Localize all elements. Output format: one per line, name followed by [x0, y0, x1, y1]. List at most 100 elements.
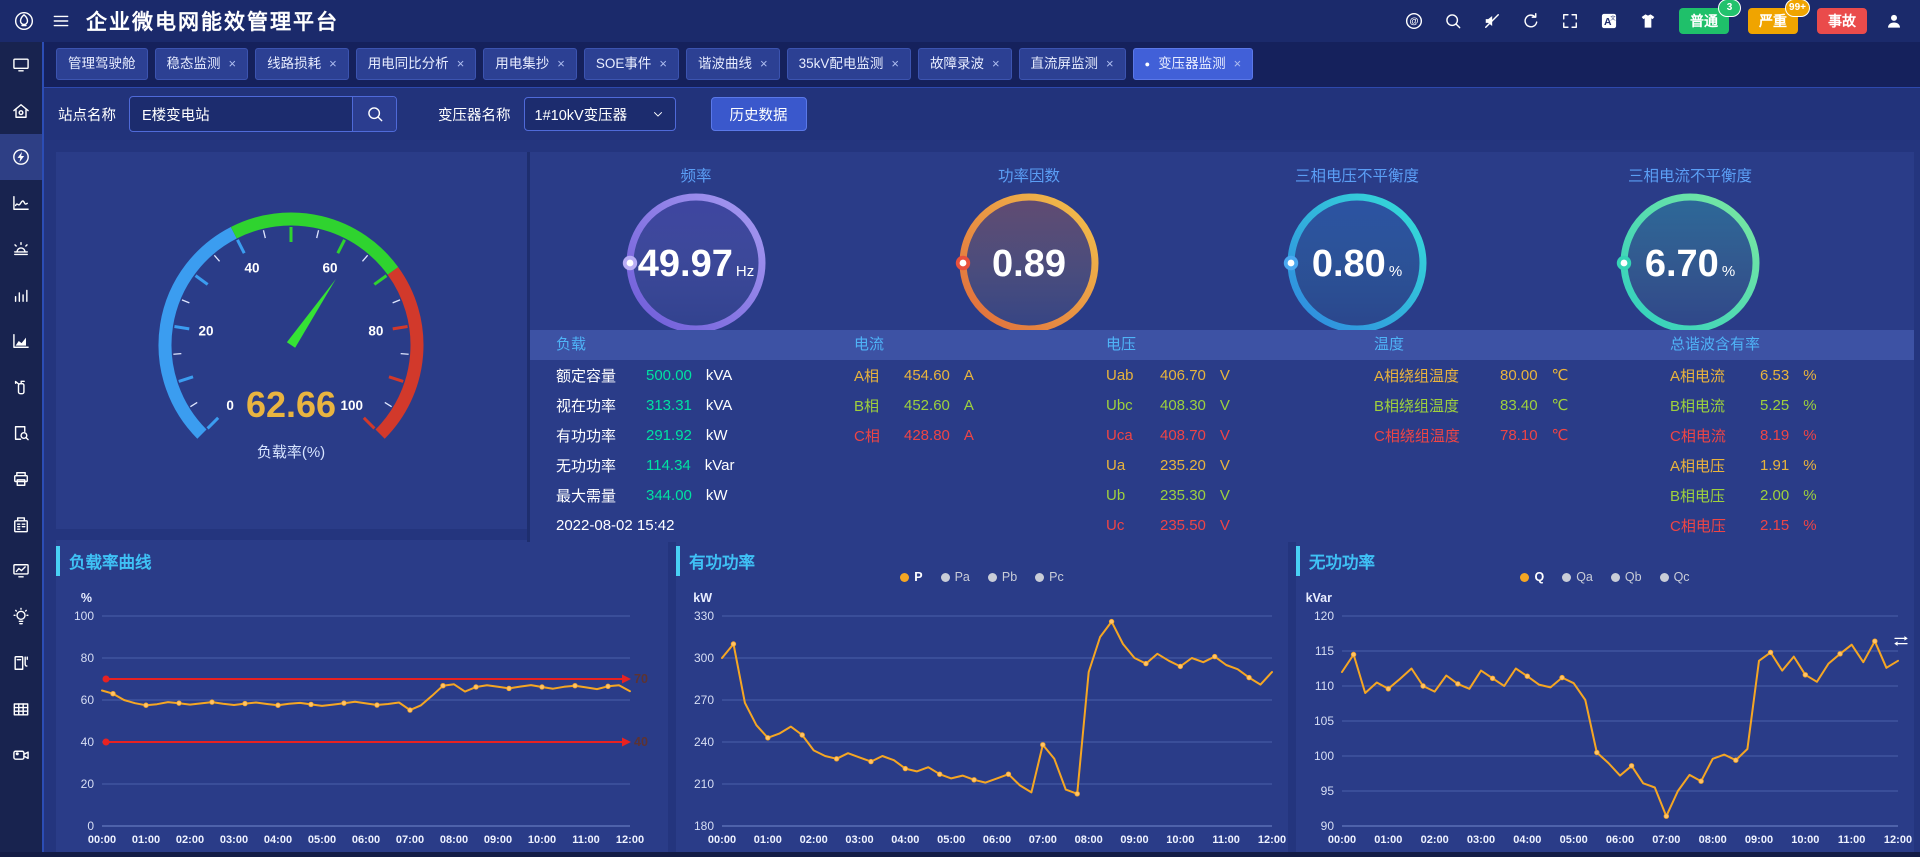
sidebar-item-grid[interactable] — [0, 686, 42, 732]
table-column-4: A相电流6.53%B相电流5.25%C相电流8.19%A相电压1.91%B相电压… — [1644, 360, 1914, 540]
tab-close-icon[interactable]: × — [992, 49, 1000, 79]
active-power-chart-panel: 有功功率PPaPbPc180210240270300330kW00:0001:0… — [676, 540, 1288, 852]
legend-item-P[interactable]: P — [900, 570, 922, 584]
refresh-icon[interactable] — [1519, 9, 1543, 33]
tab-close-icon[interactable]: × — [1234, 49, 1242, 79]
tab-故障录波[interactable]: 故障录波× — [918, 48, 1012, 80]
load-rate-gauge-panel: 02040608010062.66负载率(%) — [56, 152, 527, 529]
alarm-button-0[interactable]: 普通3 — [1679, 8, 1729, 34]
table-header: 负载 — [530, 330, 828, 360]
sidebar-item-monitor-trend[interactable] — [0, 548, 42, 594]
svg-text:03:00: 03:00 — [220, 834, 248, 846]
sound-off-icon[interactable] — [1480, 9, 1504, 33]
load-rate-chart-panel: 负载率曲线020406080100%00:0001:0002:0003:0004… — [56, 540, 668, 852]
tab-谐波曲线[interactable]: 谐波曲线 × — [686, 48, 780, 80]
tab-close-icon[interactable]: × — [891, 49, 899, 79]
tab-close-icon[interactable]: × — [329, 49, 337, 79]
tab-close-icon[interactable]: × — [557, 49, 565, 79]
legend-label: Pc — [1049, 570, 1064, 584]
table-row: Ub235.30V — [1080, 480, 1348, 510]
cell-unit: kVA — [706, 367, 736, 384]
search-icon[interactable] — [1441, 9, 1465, 33]
legend-item-Qa[interactable]: Qa — [1562, 570, 1593, 584]
legend-item-Q[interactable]: Q — [1520, 570, 1544, 584]
sidebar-item-area-chart[interactable] — [0, 318, 42, 364]
transformer-select[interactable]: 1#10kV变压器 — [524, 97, 676, 131]
table-row: 无功功率114.34kVar — [530, 450, 828, 480]
reactive-power-chart: 9095100105110115120kVar00:0001:0002:0003… — [1296, 540, 1914, 852]
sidebar-item-extinguisher[interactable] — [0, 364, 42, 410]
sidebar-item-bar-chart[interactable] — [0, 272, 42, 318]
tab-close-icon[interactable]: × — [659, 49, 667, 79]
menu-icon[interactable] — [48, 8, 74, 34]
tab-线路损耗[interactable]: 线路损耗× — [255, 48, 349, 80]
svg-text:05:00: 05:00 — [937, 834, 965, 846]
cell-label: Ubc — [1106, 397, 1146, 414]
svg-text:01:00: 01:00 — [1374, 834, 1402, 846]
tab-35kV配电监测[interactable]: 35kV配电监测× — [787, 48, 911, 80]
tab-label: 谐波曲线 — [698, 49, 752, 79]
theme-icon[interactable] — [1636, 9, 1660, 33]
legend-item-Qb[interactable]: Qb — [1611, 570, 1642, 584]
svg-text:05:00: 05:00 — [1560, 834, 1588, 846]
sidebar-item-printer[interactable] — [0, 456, 42, 502]
sidebar-item-alarm[interactable] — [0, 226, 42, 272]
tab-稳态监测[interactable]: 稳态监测× — [155, 48, 249, 80]
load-rate-chart: 020406080100%00:0001:0002:0003:0004:0005… — [56, 540, 668, 852]
at-icon[interactable]: @ — [1402, 9, 1426, 33]
sidebar-item-fax[interactable] — [0, 502, 42, 548]
extinguisher-icon — [9, 375, 33, 399]
cell-label: 有功功率 — [556, 425, 632, 446]
datazoom-icon[interactable] — [1892, 632, 1912, 652]
legend-item-Pc[interactable]: Pc — [1035, 570, 1064, 584]
sidebar-item-ev-charger[interactable] — [0, 640, 42, 686]
table-row: B相452.60A — [828, 390, 1080, 420]
tab-管理驾驶舱[interactable]: 管理驾驶舱 — [56, 48, 148, 80]
tab-close-icon[interactable]: × — [229, 49, 237, 79]
svg-text:62.66: 62.66 — [246, 384, 336, 425]
svg-text:07:00: 07:00 — [396, 834, 424, 846]
cell-value: 500.00 — [646, 367, 692, 384]
sidebar-item-home[interactable] — [0, 88, 42, 134]
tab-close-icon[interactable]: × — [760, 49, 768, 79]
sidebar-item-screen[interactable] — [0, 42, 42, 88]
cell-unit: kW — [706, 487, 736, 504]
svg-text:12:00: 12:00 — [1884, 834, 1912, 846]
alarm-button-2[interactable]: 事故 — [1817, 8, 1867, 34]
sidebar-item-bulb[interactable] — [0, 594, 42, 640]
tab-用电集抄[interactable]: 用电集抄× — [483, 48, 577, 80]
search-button[interactable] — [352, 97, 396, 131]
alarm-button-1[interactable]: 严重99+ — [1748, 8, 1798, 34]
legend-dot — [1660, 573, 1669, 582]
load-rate-gauge: 02040608010062.66负载率(%) — [126, 180, 456, 510]
legend-item-Qc[interactable]: Qc — [1660, 570, 1690, 584]
table-header: 总谐波含有率 — [1644, 330, 1914, 360]
sidebar-item-inspection[interactable] — [0, 410, 42, 456]
translate-icon[interactable]: A文 — [1597, 9, 1621, 33]
tab-SOE事件[interactable]: SOE事件× — [584, 48, 679, 80]
tab-close-icon[interactable]: × — [1106, 49, 1114, 79]
sidebar-item-energy[interactable] — [0, 134, 42, 180]
tab-变压器监测[interactable]: ●变压器监测× — [1133, 48, 1254, 80]
tab-close-icon[interactable]: × — [457, 49, 465, 79]
tab-直流屏监测[interactable]: 直流屏监测× — [1019, 48, 1126, 80]
cell-label: A相电流 — [1670, 365, 1746, 386]
home-icon — [9, 99, 33, 123]
tab-用电同比分析[interactable]: 用电同比分析× — [356, 48, 477, 80]
table-row: B相电压2.00% — [1644, 480, 1914, 510]
svg-text:20: 20 — [199, 324, 214, 339]
fullscreen-icon[interactable] — [1558, 9, 1582, 33]
site-input[interactable] — [130, 97, 352, 131]
header-actions: @ A文 普通3 严重99+ 事故 — [1402, 8, 1906, 34]
legend-item-Pb[interactable]: Pb — [988, 570, 1017, 584]
table-row — [828, 450, 1080, 480]
cell-label: B相电压 — [1670, 485, 1746, 506]
user-icon[interactable] — [1882, 9, 1906, 33]
svg-text:90: 90 — [1321, 819, 1335, 833]
history-data-button[interactable]: 历史数据 — [711, 97, 807, 131]
sidebar-item-load-curve[interactable] — [0, 180, 42, 226]
chart-title: 负载率曲线 — [56, 546, 152, 576]
sidebar-item-camera[interactable] — [0, 732, 42, 778]
area-chart-icon — [9, 329, 33, 353]
legend-item-Pa[interactable]: Pa — [941, 570, 970, 584]
